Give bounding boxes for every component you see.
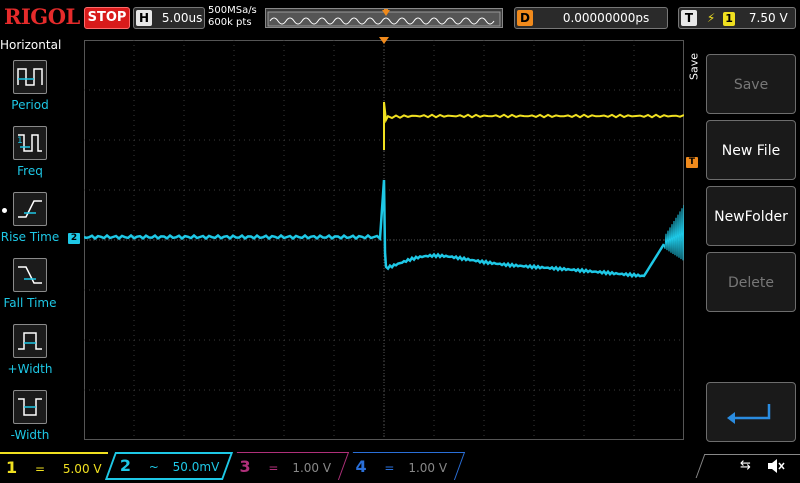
channel-3-coupling: = [268,461,279,475]
brand-logo: RIGOL [4,4,80,29]
delay-value: 0.00000000ps [562,11,650,25]
horizontal-scale-box[interactable]: H 5.00us [133,7,205,29]
menu-title: Horizontal [0,38,62,52]
trigger-box[interactable]: T ⚡ 1 7.50 V [678,7,796,29]
delay-label: D [517,10,533,26]
trigger-level-value: 7.50 V [748,11,788,25]
top-status-bar: RIGOL STOP H 5.00us 500MSa/s 600k pts D … [0,0,800,36]
channel-2-waveform [83,179,666,279]
horizontal-measure-menu: Horizontal Period 1 Freq Rise Time Fall … [0,36,62,452]
svg-text:1: 1 [17,136,23,146]
rise-time-label: Rise Time [0,230,60,244]
ch2-offset-marker[interactable]: 2 [68,233,80,244]
sample-rate: 500MSa/s [208,5,257,16]
channel-4-scale: 1.00 V [408,461,448,475]
channel-2-status[interactable]: 2 ~ 50.0mV [104,452,234,480]
horizontal-label: H [136,10,152,26]
channel-4-coupling: = [384,461,395,475]
channel-2-oscillation-burst [663,204,685,261]
period-icon [13,60,47,94]
channel-3-scale: 1.00 V [292,461,332,475]
trigger-edge-icon: ⚡ [706,11,716,25]
measure-positive-width-button[interactable]: +Width [0,320,60,386]
channel-3-number: 3 [239,457,251,476]
memory-depth: 600k pts [208,17,252,28]
channel-2-coupling: ~ [148,460,159,474]
acquisition-info: 500MSa/s 600k pts [208,5,264,31]
channel-1-coupling: = [34,462,46,476]
channel-2-number: 2 [119,456,131,475]
channel-4-status[interactable]: 4 = 1.00 V [342,452,466,480]
delay-box[interactable]: D 0.00000000ps [514,7,668,29]
memory-overview-bar[interactable] [265,8,503,28]
waveform-grid-svg [83,40,685,440]
measure-rise-time-button[interactable]: Rise Time [0,188,60,254]
run-stop-button[interactable]: STOP [84,7,130,29]
channel-1-scale: 5.00 V [62,462,102,476]
channel-1-number: 1 [6,458,18,477]
measure-negative-width-button[interactable]: -Width [0,386,60,452]
positive-width-label: +Width [7,362,53,376]
new-folder-button[interactable]: NewFolder [706,186,796,246]
measure-period-button[interactable]: Period [0,56,60,122]
speaker-muted-icon[interactable] [766,456,788,476]
period-label: Period [11,98,49,112]
channel-1-status[interactable]: 1 = 5.00 V [0,452,108,480]
channel-4-number: 4 [355,457,367,476]
save-button[interactable]: Save [706,54,796,114]
fall-time-label: Fall Time [3,296,57,310]
waveform-traces [83,101,685,279]
freq-label: Freq [17,164,43,178]
frequency-icon: 1 [13,126,47,160]
usb-icon: ⇆ [740,458,751,473]
return-arrow-icon [727,404,771,424]
return-button[interactable] [706,382,796,442]
rise-time-icon [13,192,47,226]
channel-3-status[interactable]: 3 = 1.00 V [226,452,350,480]
fall-time-icon [13,258,47,292]
channel-2-scale: 50.0mV [172,460,220,474]
measure-freq-button[interactable]: 1 Freq [0,122,60,188]
delete-button[interactable]: Delete [706,252,796,312]
channel-status-bar: 1 = 5.00 V 2 ~ 50.0mV 3 = 1.00 V 4 = 1.0… [0,452,800,480]
save-menu-title-text: Save [687,53,701,81]
trigger-source-chip: 1 [723,12,736,26]
waveform-display[interactable] [83,40,685,440]
measure-fall-time-button[interactable]: Fall Time [0,254,60,320]
trigger-label: T [681,10,697,26]
positive-width-icon [13,324,47,358]
horizontal-scale-value: 5.00us [161,11,203,25]
negative-width-label: -Width [10,428,50,442]
save-menu-title: Save [686,40,704,90]
new-file-button[interactable]: New File [706,120,796,180]
save-menu: Save Save New File NewFolder Delete [686,36,800,452]
memory-overview-waveform [267,9,501,27]
trigger-position-marker[interactable] [379,37,389,44]
negative-width-icon [13,390,47,424]
